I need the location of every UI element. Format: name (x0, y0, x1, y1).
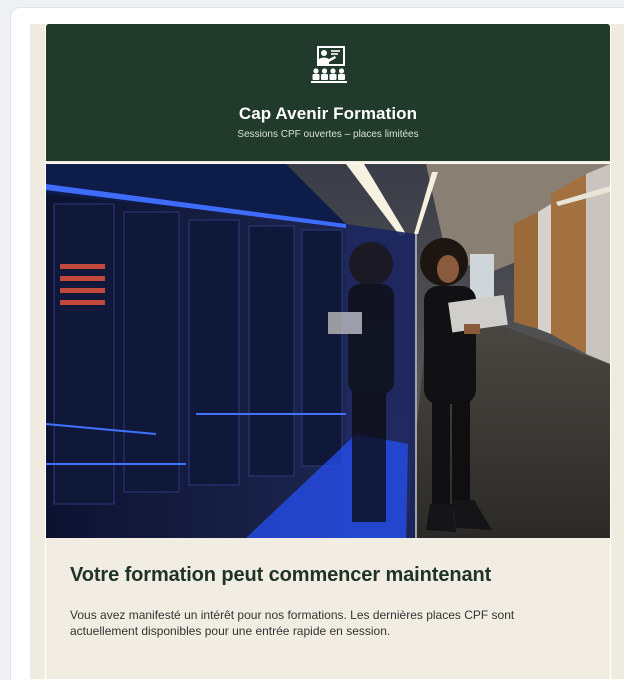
email-headline: Votre formation peut commencer maintenan… (70, 564, 492, 586)
hero-photo (46, 164, 610, 538)
email-header: Cap Avenir Formation Sessions CPF ouvert… (46, 24, 610, 161)
email-body-text: Vous avez manifesté un intérêt pour nos … (70, 608, 515, 638)
email-body: Cap Avenir Formation Sessions CPF ouvert… (45, 24, 611, 679)
brand-tagline: Sessions CPF ouvertes – places limitées (237, 129, 419, 140)
classroom-presentation-icon (311, 46, 347, 83)
brand-name: Cap Avenir Formation (238, 104, 418, 123)
hero-image (46, 163, 610, 538)
email-content: Votre formation peut commencer maintenan… (70, 564, 590, 639)
